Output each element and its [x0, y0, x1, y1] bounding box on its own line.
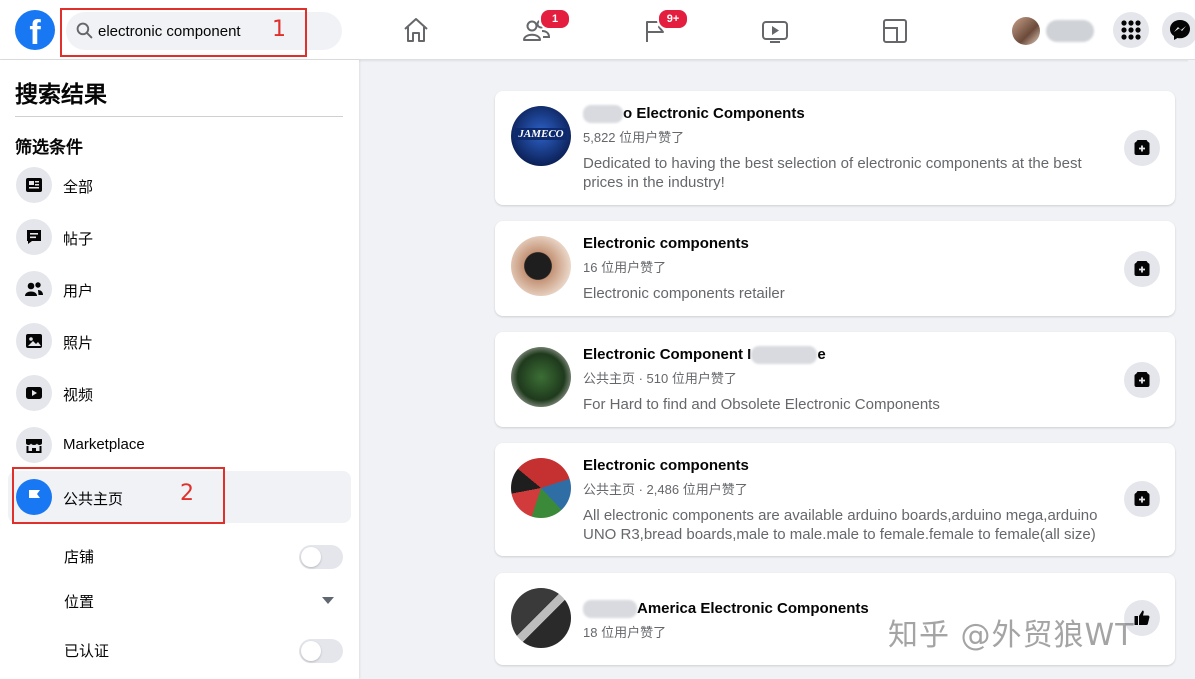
like-page-icon — [1134, 261, 1150, 276]
result-meta: 16 位用户赞了 — [583, 260, 667, 275]
filter-videos[interactable]: 视频 — [8, 367, 351, 419]
news-feed-icon — [16, 167, 52, 203]
subfilter-verified-toggle[interactable] — [299, 639, 343, 663]
result-card[interactable]: Electronic components 16 位用户赞了 Electroni… — [495, 221, 1175, 316]
post-icon — [16, 219, 52, 255]
result-meta: 5,822 位用户赞了 — [583, 130, 685, 145]
people-icon — [16, 271, 52, 307]
gaming-icon[interactable] — [880, 14, 910, 46]
toggle-knob — [301, 547, 321, 567]
page-thumbnail[interactable] — [511, 588, 571, 648]
facebook-logo[interactable]: f — [15, 10, 55, 50]
page-thumbnail[interactable] — [511, 236, 571, 296]
result-meta: 公共主页 · 2,486 位用户赞了 — [583, 482, 748, 497]
sidebar-title: 搜索结果 — [15, 81, 107, 107]
filter-photos-label: 照片 — [63, 335, 94, 352]
redacted-text — [583, 600, 637, 619]
filter-all-label: 全部 — [63, 179, 94, 196]
top-bar: f 1 1 9+ — [0, 0, 1195, 60]
pages-badge: 9+ — [657, 8, 689, 30]
result-description: For Hard to find and Obsolete Electronic… — [583, 396, 940, 413]
subfilter-shops-toggle[interactable] — [299, 545, 343, 569]
subfilter-location-label: 位置 — [64, 594, 95, 611]
filters-heading: 筛选条件 — [15, 138, 83, 157]
redacted-text — [751, 346, 818, 365]
result-title[interactable]: o Electronic Components — [583, 105, 805, 124]
watermark: 知乎 @外贸狼WT — [888, 618, 1135, 653]
search-filters-sidebar: 搜索结果 筛选条件 全部 帖子 用户 照片 视频 Marketplace 公共主… — [0, 60, 359, 679]
user-name-blurred[interactable] — [1046, 20, 1094, 42]
like-page-icon — [1134, 491, 1150, 506]
chevron-down-icon[interactable] — [322, 597, 334, 604]
like-page-icon — [1134, 372, 1150, 387]
filter-people[interactable]: 用户 — [8, 263, 351, 315]
friends-badge: 1 — [539, 8, 571, 30]
result-title[interactable]: Electronic components — [583, 235, 749, 252]
filter-posts-label: 帖子 — [63, 231, 94, 248]
filter-all[interactable]: 全部 — [8, 159, 351, 211]
subfilter-shops-label: 店铺 — [64, 549, 95, 566]
menu-button[interactable] — [1113, 12, 1149, 48]
annotation-number-1: 1 — [272, 17, 286, 42]
filter-marketplace-label: Marketplace — [63, 436, 145, 453]
result-card[interactable]: JAMECO o Electronic Components 5,822 位用户… — [495, 91, 1175, 205]
redacted-text — [583, 105, 623, 124]
result-meta: 公共主页 · 510 位用户赞了 — [583, 371, 737, 386]
filter-marketplace[interactable]: Marketplace — [8, 419, 351, 471]
result-title[interactable]: America Electronic Components — [583, 600, 869, 619]
result-title[interactable]: Electronic Component Ie — [583, 346, 826, 365]
video-icon — [16, 375, 52, 411]
like-page-button[interactable] — [1124, 362, 1160, 398]
result-card[interactable]: Electronic Component Ie 公共主页 · 510 位用户赞了… — [495, 332, 1175, 427]
toggle-knob — [301, 641, 321, 661]
page-logo-text: JAMECO — [515, 128, 567, 140]
subfilter-verified-label: 已认证 — [64, 643, 110, 660]
like-page-icon — [1134, 140, 1150, 155]
filter-people-label: 用户 — [63, 283, 94, 300]
page-logo[interactable]: JAMECO — [511, 106, 571, 166]
marketplace-icon — [16, 427, 52, 463]
filter-photos[interactable]: 照片 — [8, 315, 351, 367]
photo-icon — [16, 323, 52, 359]
thumbs-up-icon — [1134, 610, 1150, 625]
like-page-button[interactable] — [1124, 130, 1160, 166]
messenger-button[interactable] — [1162, 12, 1195, 48]
page-thumbnail[interactable] — [511, 458, 571, 518]
sidebar-divider — [15, 116, 343, 117]
scrollbar[interactable] — [1188, 60, 1195, 679]
result-description: All electronic components are available … — [583, 507, 1098, 543]
user-avatar[interactable] — [1012, 17, 1040, 45]
page-thumbnail[interactable] — [511, 347, 571, 407]
like-page-button[interactable] — [1124, 251, 1160, 287]
home-icon[interactable] — [401, 14, 431, 46]
messenger-icon — [1170, 20, 1190, 40]
result-title[interactable]: Electronic components — [583, 457, 749, 474]
result-description: Dedicated to having the best selection o… — [583, 155, 1082, 191]
annotation-box-search — [60, 8, 307, 57]
result-card[interactable]: Electronic components 公共主页 · 2,486 位用户赞了… — [495, 443, 1175, 556]
result-description: Electronic components retailer — [583, 285, 785, 302]
watch-icon[interactable] — [760, 14, 790, 46]
grid-menu-icon — [1121, 20, 1141, 40]
annotation-number-2: 2 — [180, 481, 194, 506]
like-page-button[interactable] — [1124, 481, 1160, 517]
result-meta: 18 位用户赞了 — [583, 625, 667, 640]
filter-videos-label: 视频 — [63, 387, 94, 404]
filter-posts[interactable]: 帖子 — [8, 211, 351, 263]
